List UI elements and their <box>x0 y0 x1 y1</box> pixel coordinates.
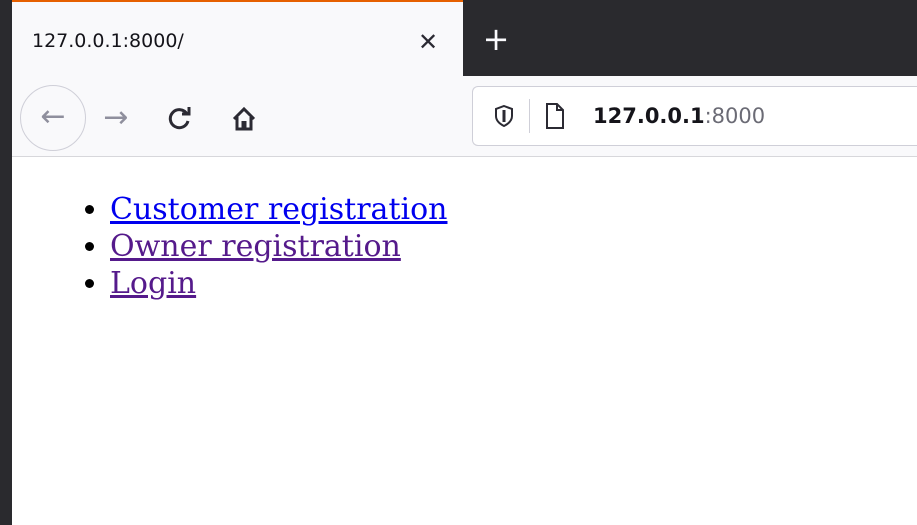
tab-strip: 127.0.0.1:8000/ ✕ + <box>12 0 917 76</box>
url-text[interactable]: 127.0.0.1:8000 <box>593 104 765 128</box>
login-link[interactable]: Login <box>110 266 196 301</box>
url-host: 127.0.0.1 <box>593 104 705 128</box>
window-edge <box>0 0 12 525</box>
owner-registration-link[interactable]: Owner registration <box>110 229 401 264</box>
tab-active[interactable]: 127.0.0.1:8000/ ✕ <box>12 0 463 76</box>
browser-window: 127.0.0.1:8000/ ✕ + ← → 127.0.0.1:8000 •… <box>0 0 917 525</box>
list-item: Customer registration <box>110 191 447 228</box>
close-icon[interactable]: ✕ <box>414 28 442 56</box>
page-content: Customer registration Owner registration… <box>12 157 917 525</box>
arrow-right-icon[interactable]: → <box>96 98 136 138</box>
customer-registration-link[interactable]: Customer registration <box>110 192 447 227</box>
link-list: Customer registration Owner registration… <box>12 191 447 302</box>
shield-icon[interactable] <box>495 105 513 127</box>
list-item: Login <box>110 265 447 302</box>
home-icon[interactable] <box>224 98 264 138</box>
url-port: :8000 <box>704 104 766 128</box>
page-icon[interactable] <box>545 103 565 129</box>
url-bar[interactable]: 127.0.0.1:8000 <box>472 86 917 146</box>
tab-title: 127.0.0.1:8000/ <box>32 30 184 52</box>
list-item: Owner registration <box>110 228 447 265</box>
arrow-left-icon[interactable]: ← <box>20 85 86 151</box>
plus-icon[interactable]: + <box>480 23 512 56</box>
reload-icon[interactable] <box>160 98 200 138</box>
url-divider <box>529 99 530 133</box>
nav-toolbar: ← → 127.0.0.1:8000 <box>12 76 917 157</box>
